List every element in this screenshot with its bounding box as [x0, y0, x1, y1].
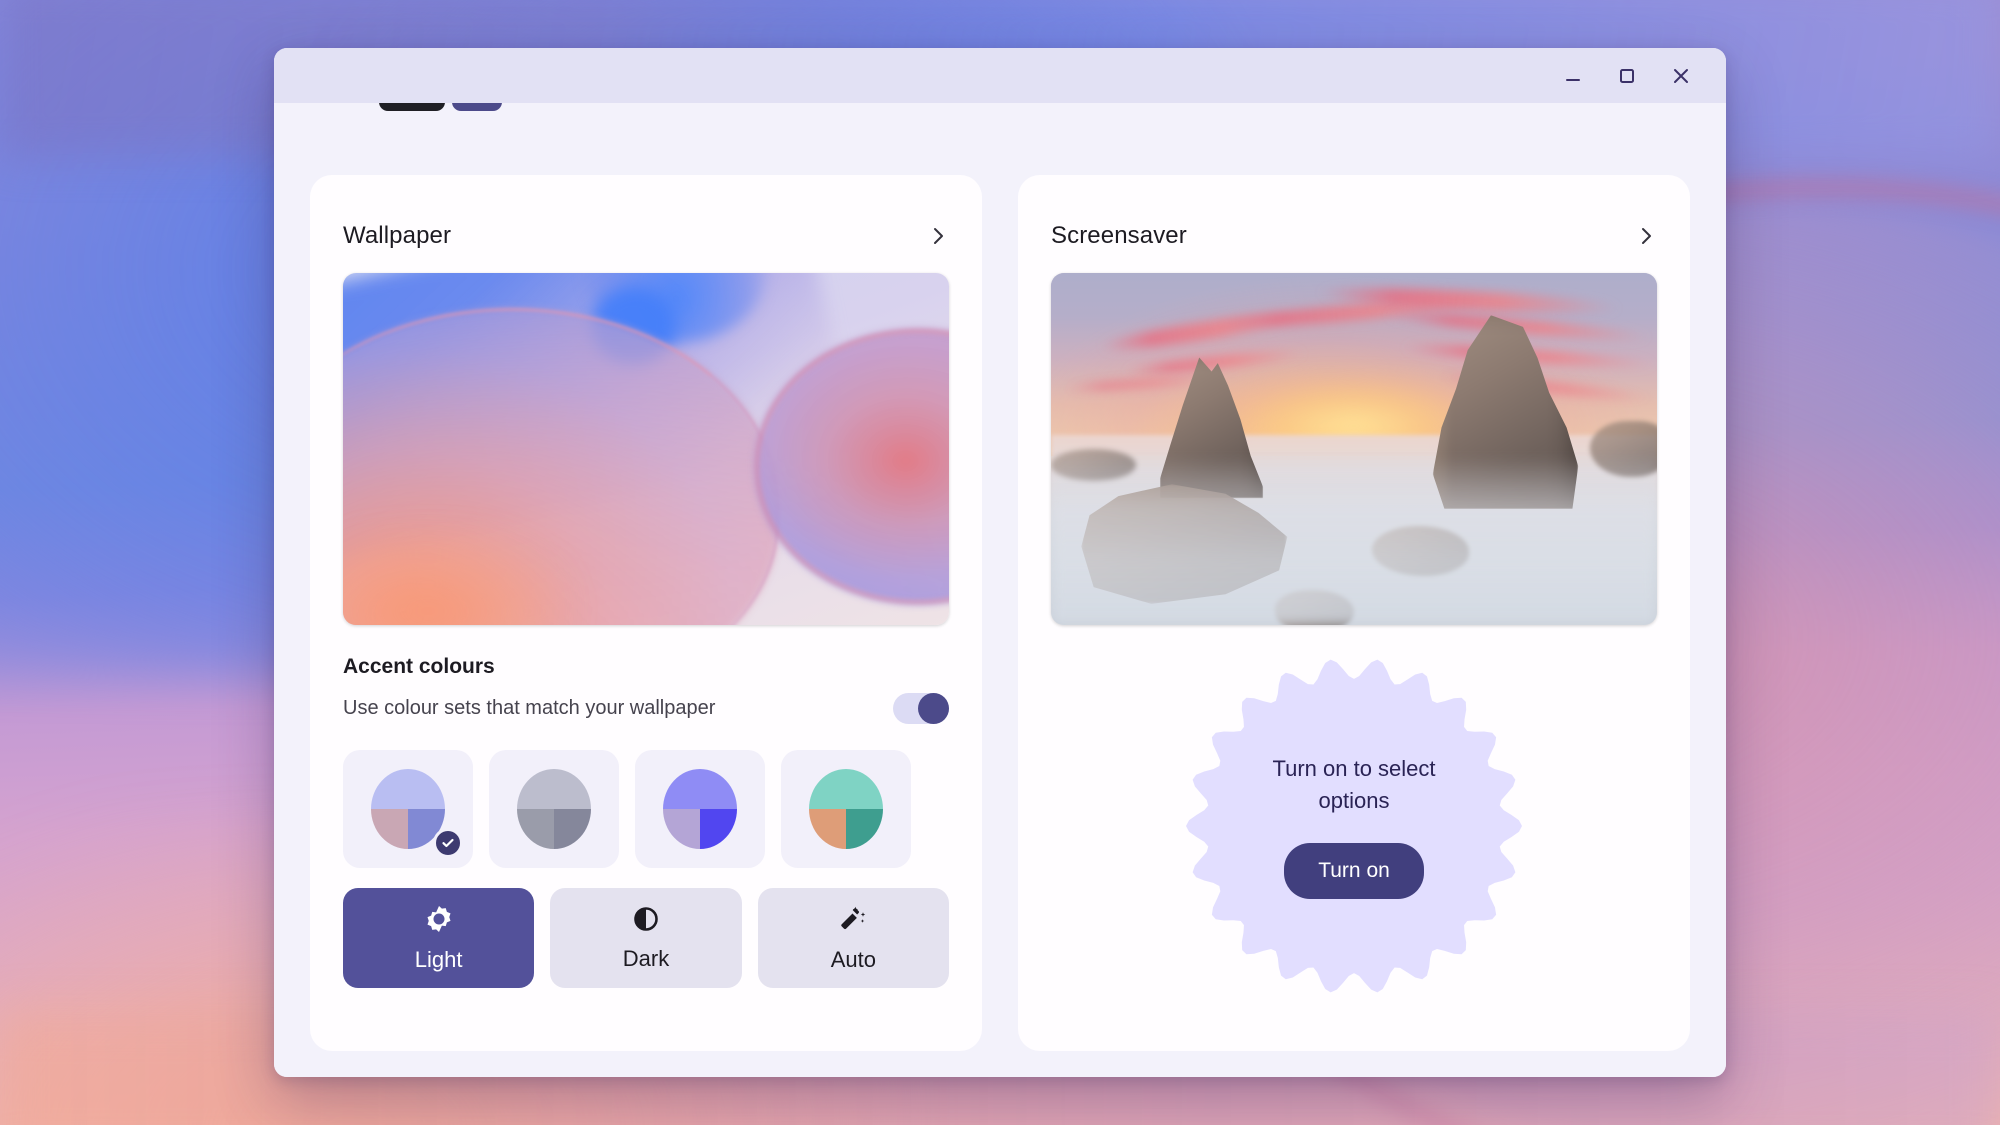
window-titlebar	[274, 48, 1726, 103]
scrolled-pill-primary	[379, 103, 445, 111]
swatch-selected-check-icon	[433, 828, 463, 858]
wallpaper-preview-art	[343, 273, 949, 625]
magic-wand-icon	[838, 904, 868, 939]
swatch-circle	[517, 769, 591, 849]
screensaver-empty-state: Turn on to select options Turn on	[1051, 625, 1657, 1051]
theme-mode-light-label: Light	[414, 946, 463, 972]
close-button[interactable]	[1654, 56, 1708, 96]
turn-on-button[interactable]: Turn on	[1284, 842, 1424, 899]
scrolled-pill-secondary	[452, 103, 502, 111]
minimize-icon	[1564, 67, 1582, 85]
theme-mode-dark-label: Dark	[622, 945, 670, 971]
swatch-grey[interactable]	[489, 750, 619, 868]
personalisation-window: Wallpaper Accent colours Use colour sets…	[274, 48, 1726, 1077]
screensaver-preview-art	[1051, 273, 1657, 625]
screensaver-card: Screensaver Turn on to select options Tu…	[1018, 175, 1690, 1051]
swatch-teal-orange[interactable]	[781, 750, 911, 868]
wallpaper-card: Wallpaper Accent colours Use colour sets…	[310, 175, 982, 1051]
accent-colours-heading: Accent colours	[343, 655, 495, 678]
window-content: Wallpaper Accent colours Use colour sets…	[274, 103, 1726, 1077]
swatch-lavender-rose[interactable]	[343, 750, 473, 868]
theme-mode-auto-label: Auto	[830, 946, 876, 972]
swatch-violet[interactable]	[635, 750, 765, 868]
scrolled-off-indicators	[274, 103, 1726, 115]
toggle-knob	[918, 693, 949, 724]
theme-mode-light[interactable]: Light	[343, 888, 535, 988]
swatch-circle	[663, 769, 737, 849]
screensaver-empty-text: Turn on to select options	[1272, 756, 1436, 813]
accent-colours-toggle[interactable]	[893, 693, 949, 724]
close-icon	[1671, 66, 1691, 86]
sun-icon	[424, 904, 454, 939]
theme-mode-auto[interactable]: Auto	[757, 888, 949, 988]
cards-container: Wallpaper Accent colours Use colour sets…	[310, 175, 1690, 1051]
accent-toggle-row: Use colour sets that match your wallpape…	[343, 693, 949, 724]
wallpaper-title: Wallpaper	[343, 222, 452, 249]
accent-swatch-list	[343, 750, 949, 868]
half-circle-icon	[632, 905, 660, 938]
maximize-icon	[1618, 67, 1636, 85]
theme-mode-group: Light Dark Auto	[343, 888, 949, 988]
scallop-badge: Turn on to select options Turn on	[1186, 658, 1522, 994]
screensaver-title: Screensaver	[1051, 222, 1187, 249]
chevron-right-icon[interactable]	[1635, 225, 1657, 247]
minimize-button[interactable]	[1546, 56, 1600, 96]
swatch-circle	[809, 769, 883, 849]
theme-mode-dark[interactable]: Dark	[550, 888, 742, 988]
accent-description: Use colour sets that match your wallpape…	[343, 697, 716, 719]
maximize-button[interactable]	[1600, 56, 1654, 96]
screensaver-card-header[interactable]: Screensaver	[1051, 207, 1657, 259]
screensaver-preview[interactable]	[1051, 273, 1657, 625]
wallpaper-preview[interactable]	[343, 273, 949, 625]
wallpaper-card-header[interactable]: Wallpaper	[343, 207, 949, 259]
chevron-right-icon[interactable]	[927, 225, 949, 247]
